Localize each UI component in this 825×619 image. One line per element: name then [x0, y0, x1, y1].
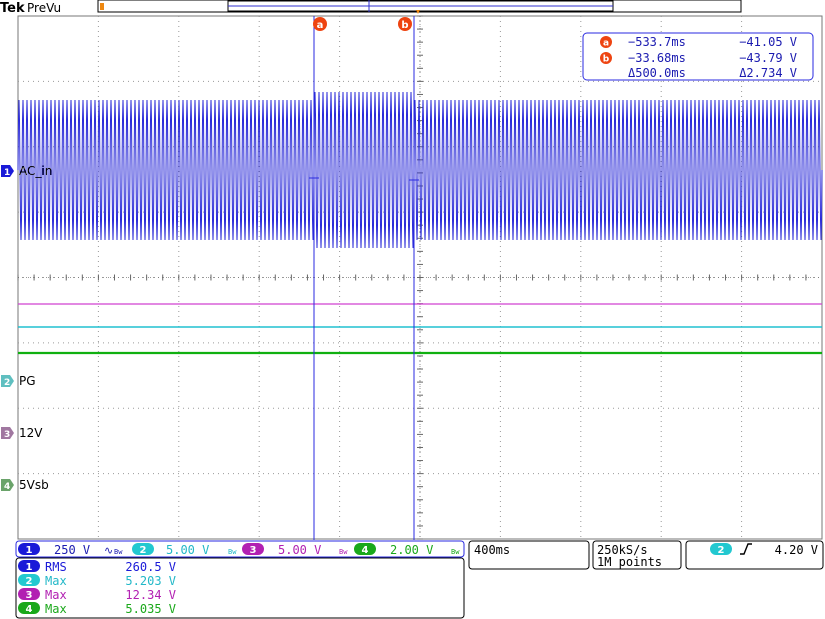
cursor-a-time: −533.7ms — [628, 35, 686, 49]
cursor-delta-time: Δ500.0ms — [628, 66, 686, 80]
svg-text:4: 4 — [4, 482, 10, 492]
ch1-ground-marker[interactable]: 1 — [1, 165, 14, 178]
measurement-panel: 1 RMS 260.5 V 2 Max 5.203 V 3 Max 12.34 … — [15, 557, 465, 619]
svg-text:1: 1 — [26, 562, 33, 573]
ch3-bandwidth-icon: Bw — [339, 548, 348, 556]
cursor-b-volt: −43.79 V — [739, 51, 797, 65]
svg-text:3: 3 — [250, 545, 257, 556]
ch1-scale: 250 V — [54, 543, 90, 557]
svg-text:3: 3 — [26, 590, 33, 601]
cursor-b-handle-label: b — [401, 20, 408, 31]
ch3-ground-marker[interactable]: 3 — [1, 427, 14, 440]
scope-screen: Tek PreVu a b a −533.7ms −41.05 V b −33.… — [0, 0, 824, 619]
svg-text:a: a — [603, 39, 609, 49]
cursor-a-handle-label: a — [317, 20, 324, 31]
graticule — [17, 15, 823, 540]
svg-text:2: 2 — [140, 545, 147, 556]
ch2-label: PG — [19, 374, 36, 388]
ch3-label: 12V — [19, 426, 43, 440]
ch2-ground-marker[interactable]: 2 — [1, 375, 14, 388]
ch4-bandwidth-icon: Bw — [451, 548, 460, 556]
ch4-scale: 2.00 V — [390, 543, 433, 557]
svg-text:4: 4 — [26, 604, 33, 615]
channel-scale-bar[interactable]: 1 250 V ∿ Bw 2 5.00 V Bw 3 5.00 V Bw 4 2… — [15, 540, 465, 558]
svg-text:3: 3 — [4, 430, 10, 440]
meas1-name: RMS — [45, 560, 67, 574]
record-length: 1M points — [597, 555, 662, 569]
svg-text:4: 4 — [362, 545, 369, 556]
svg-text:2: 2 — [26, 576, 33, 587]
cursor-readout-panel: a −533.7ms −41.05 V b −33.68ms −43.79 V … — [582, 32, 814, 81]
meas2-name: Max — [45, 574, 67, 588]
trigger-box[interactable]: 2 4.20 V — [685, 540, 824, 570]
meas4-name: Max — [45, 602, 67, 616]
meas3-value: 12.34 V — [125, 588, 176, 602]
meas1-value: 260.5 V — [125, 560, 176, 574]
acq-mode-status: PreVu — [27, 1, 61, 15]
timebase-scale: 400ms — [474, 543, 510, 557]
record-view-bar[interactable] — [97, 0, 742, 14]
cursor-b-time: −33.68ms — [628, 51, 686, 65]
timebase-box[interactable]: 400ms — [468, 540, 590, 570]
ch1-label: AC_in — [19, 164, 52, 178]
brand-logo: Tek — [0, 1, 25, 16]
ac-coupling-icon: ∿ — [104, 544, 113, 557]
cursor-delta-volt: Δ2.734 V — [739, 66, 797, 80]
meas3-name: Max — [45, 588, 67, 602]
acquisition-box[interactable]: 250kS/s 1M points — [592, 540, 682, 570]
svg-text:2: 2 — [718, 545, 725, 556]
svg-text:1: 1 — [4, 168, 10, 178]
ch2-scale: 5.00 V — [166, 543, 209, 557]
svg-text:2: 2 — [4, 378, 10, 388]
ch3-scale: 5.00 V — [278, 543, 321, 557]
svg-text:b: b — [603, 55, 610, 65]
ch4-ground-marker[interactable]: 4 — [1, 479, 14, 492]
trigger-level: 4.20 V — [775, 543, 818, 557]
meas4-value: 5.035 V — [125, 602, 176, 616]
svg-text:1: 1 — [26, 545, 33, 556]
ch2-bandwidth-icon: Bw — [228, 548, 237, 556]
trigger-position-marker — [100, 3, 104, 10]
ch4-label: 5Vsb — [19, 478, 49, 492]
cursor-a-volt: −41.05 V — [739, 35, 797, 49]
bandwidth-limit-icon: Bw — [114, 548, 123, 556]
meas2-value: 5.203 V — [125, 574, 176, 588]
